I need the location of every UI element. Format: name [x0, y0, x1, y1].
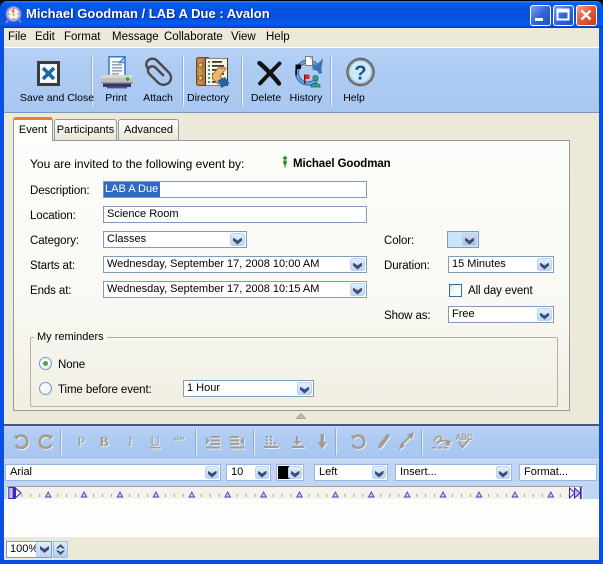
- svg-text:I: I: [127, 435, 134, 450]
- svg-text:U: U: [150, 435, 160, 450]
- svg-text:B: B: [99, 435, 108, 450]
- svg-text:P: P: [77, 435, 85, 450]
- svg-text:?: ?: [354, 63, 366, 85]
- svg-text:ABC: ABC: [455, 433, 473, 442]
- svg-text:“”: “”: [174, 435, 185, 447]
